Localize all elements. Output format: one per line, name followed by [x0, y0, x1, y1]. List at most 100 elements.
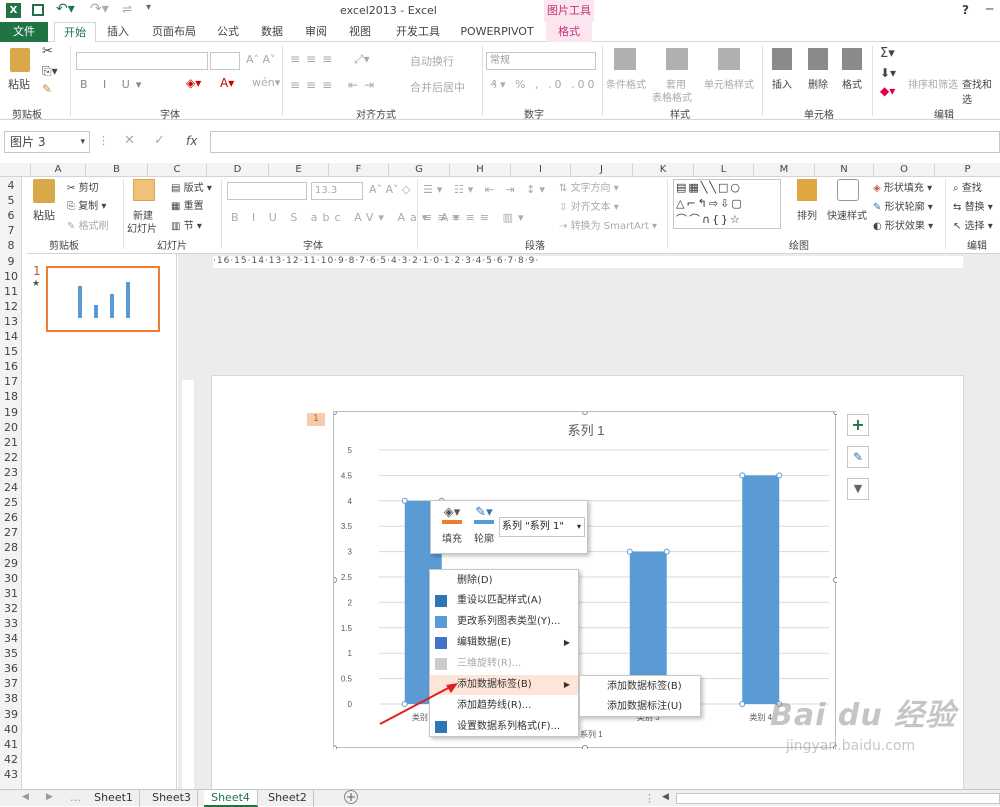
chevron-down-icon[interactable]: ▾: [80, 132, 85, 152]
slide-thumbnail[interactable]: [46, 266, 160, 332]
row-header-39[interactable]: 39: [0, 708, 22, 721]
row-header-20[interactable]: 20: [0, 421, 22, 434]
row-header-43[interactable]: 43: [0, 768, 22, 781]
tab-format[interactable]: 格式: [546, 22, 592, 42]
customize-qat-icon[interactable]: ▾: [146, 2, 151, 13]
outline-button[interactable]: ✎▾ 轮廓: [469, 505, 499, 551]
row-header-4[interactable]: 4: [0, 179, 22, 192]
row-header-18[interactable]: 18: [0, 390, 22, 403]
column-header-A[interactable]: A: [30, 163, 85, 177]
sheet-tab-sheet2[interactable]: Sheet2: [262, 790, 314, 807]
ppt-find-button[interactable]: ⌕ 查找: [953, 179, 982, 194]
row-header-7[interactable]: 7: [0, 224, 22, 237]
new-sheet-icon[interactable]: +: [344, 790, 358, 804]
tab-insert[interactable]: 插入: [100, 22, 136, 42]
shape-fill-button[interactable]: ◈ 形状填充 ▾: [873, 179, 932, 194]
context-menu-item-3[interactable]: 编辑数据(E) ▶: [430, 633, 578, 653]
autosum-icon[interactable]: Σ▾: [880, 46, 895, 61]
column-header-B[interactable]: B: [85, 163, 147, 177]
row-header-23[interactable]: 23: [0, 466, 22, 479]
ppt-copy-button[interactable]: ⎘ 复制 ▾: [67, 197, 106, 212]
row-header-5[interactable]: 5: [0, 194, 22, 207]
row-header-33[interactable]: 33: [0, 617, 22, 630]
row-header-11[interactable]: 11: [0, 285, 22, 298]
align-text-button[interactable]: ⇳ 对齐文本 ▾: [559, 198, 619, 213]
smartart-button[interactable]: ⇢ 转换为 SmartArt ▾: [559, 217, 657, 232]
context-menu-item-1[interactable]: 重设以匹配样式(A): [430, 591, 578, 611]
row-header-38[interactable]: 38: [0, 692, 22, 705]
row-header-42[interactable]: 42: [0, 753, 22, 766]
ppt-paste-icon[interactable]: [33, 179, 55, 203]
row-header-37[interactable]: 37: [0, 677, 22, 690]
row-header-30[interactable]: 30: [0, 572, 22, 585]
column-header-F[interactable]: F: [328, 163, 388, 177]
tab-data[interactable]: 数据: [254, 22, 290, 42]
shapes-gallery[interactable]: ▤▦╲╲□○ △⌐↰⇨⇩▢ ⌒⌒∩{}☆: [673, 179, 781, 229]
row-header-35[interactable]: 35: [0, 647, 22, 660]
font-name-box[interactable]: [76, 52, 208, 70]
help-button[interactable]: ?: [962, 3, 969, 17]
insert-cells-button[interactable]: 插入: [772, 76, 792, 91]
row-header-40[interactable]: 40: [0, 723, 22, 736]
text-direction-button[interactable]: ⇅ 文字方向 ▾: [559, 179, 619, 194]
list-icons[interactable]: ☰▾ ☷▾ ⇤ ⇥ ↕▾: [423, 183, 549, 196]
sheet-tab-sheet1[interactable]: Sheet1: [88, 790, 140, 807]
column-header-K[interactable]: K: [632, 163, 693, 177]
tab-view[interactable]: 视图: [342, 22, 378, 42]
number-format-box[interactable]: 常规: [486, 52, 596, 70]
row-header-27[interactable]: 27: [0, 526, 22, 539]
tab-home[interactable]: 开始: [54, 22, 96, 43]
ppt-cut-button[interactable]: ✂ 剪切: [67, 179, 99, 194]
row-header-32[interactable]: 32: [0, 602, 22, 615]
merge-center-button[interactable]: 合并后居中: [410, 79, 465, 95]
reset-button[interactable]: ▦ 重置: [171, 197, 204, 212]
conditional-format-button[interactable]: 条件格式: [606, 76, 646, 91]
layout-button[interactable]: ▤ 版式 ▾: [171, 179, 212, 194]
fill-icon[interactable]: ⬇▾: [880, 66, 896, 80]
horizontal-scrollbar[interactable]: [676, 793, 1000, 804]
redo-icon[interactable]: ↷▾: [90, 1, 109, 17]
column-header-I[interactable]: I: [510, 163, 570, 177]
ppt-format-painter-button[interactable]: ✎ 格式刷: [67, 217, 109, 232]
new-slide-icon[interactable]: [133, 179, 155, 201]
ppt-replace-button[interactable]: ⇆ 替换 ▾: [953, 198, 993, 213]
column-header-P[interactable]: P: [934, 163, 1000, 177]
row-header-25[interactable]: 25: [0, 496, 22, 509]
name-box[interactable]: 图片 3 ▾: [4, 131, 90, 153]
font-color-icon[interactable]: A▾: [220, 76, 234, 90]
more-icon[interactable]: ⋮: [98, 134, 109, 147]
row-header-36[interactable]: 36: [0, 662, 22, 675]
column-header-O[interactable]: O: [873, 163, 934, 177]
table-format-label-2[interactable]: 表格格式: [652, 89, 692, 104]
ppt-font-name-box[interactable]: [227, 182, 307, 200]
sheet-tab-sheet4[interactable]: Sheet4: [204, 790, 258, 807]
arrange-button[interactable]: 排列: [797, 207, 817, 222]
chart-filters-button[interactable]: ▼: [847, 478, 869, 500]
format-painter-icon[interactable]: ✎: [42, 82, 52, 96]
row-header-41[interactable]: 41: [0, 738, 22, 751]
row-header-26[interactable]: 26: [0, 511, 22, 524]
row-header-16[interactable]: 16: [0, 360, 22, 373]
column-header-M[interactable]: M: [753, 163, 814, 177]
column-header-D[interactable]: D: [206, 163, 268, 177]
row-header-6[interactable]: 6: [0, 209, 22, 222]
cell-style-icon[interactable]: [718, 48, 740, 70]
delete-cells-button[interactable]: 删除: [808, 76, 828, 91]
table-format-icon[interactable]: [666, 48, 688, 70]
shape-outline-button[interactable]: ✎ 形状轮廓 ▾: [873, 198, 933, 213]
align-top-icons[interactable]: ≡≡≡: [290, 52, 338, 66]
row-header-21[interactable]: 21: [0, 436, 22, 449]
grow-font-icon[interactable]: A˄ A˅: [246, 53, 276, 66]
tab-review[interactable]: 审阅: [298, 22, 334, 42]
add-data-callouts-item[interactable]: 添加数据标注(U): [580, 697, 700, 717]
cell-style-button[interactable]: 单元格样式: [704, 76, 754, 91]
row-header-13[interactable]: 13: [0, 315, 22, 328]
touch-mode-icon[interactable]: ⇌: [122, 2, 132, 16]
chart-elements-button[interactable]: +: [847, 414, 869, 436]
ppt-select-button[interactable]: ↖ 选择 ▾: [953, 217, 993, 232]
more-sheets-icon[interactable]: …: [70, 791, 81, 804]
column-header-E[interactable]: E: [268, 163, 328, 177]
font-size-box[interactable]: [210, 52, 240, 70]
paragraph-align-icons[interactable]: ≡≡≡≡≡ ▥▾: [423, 211, 529, 224]
column-header-L[interactable]: L: [693, 163, 753, 177]
